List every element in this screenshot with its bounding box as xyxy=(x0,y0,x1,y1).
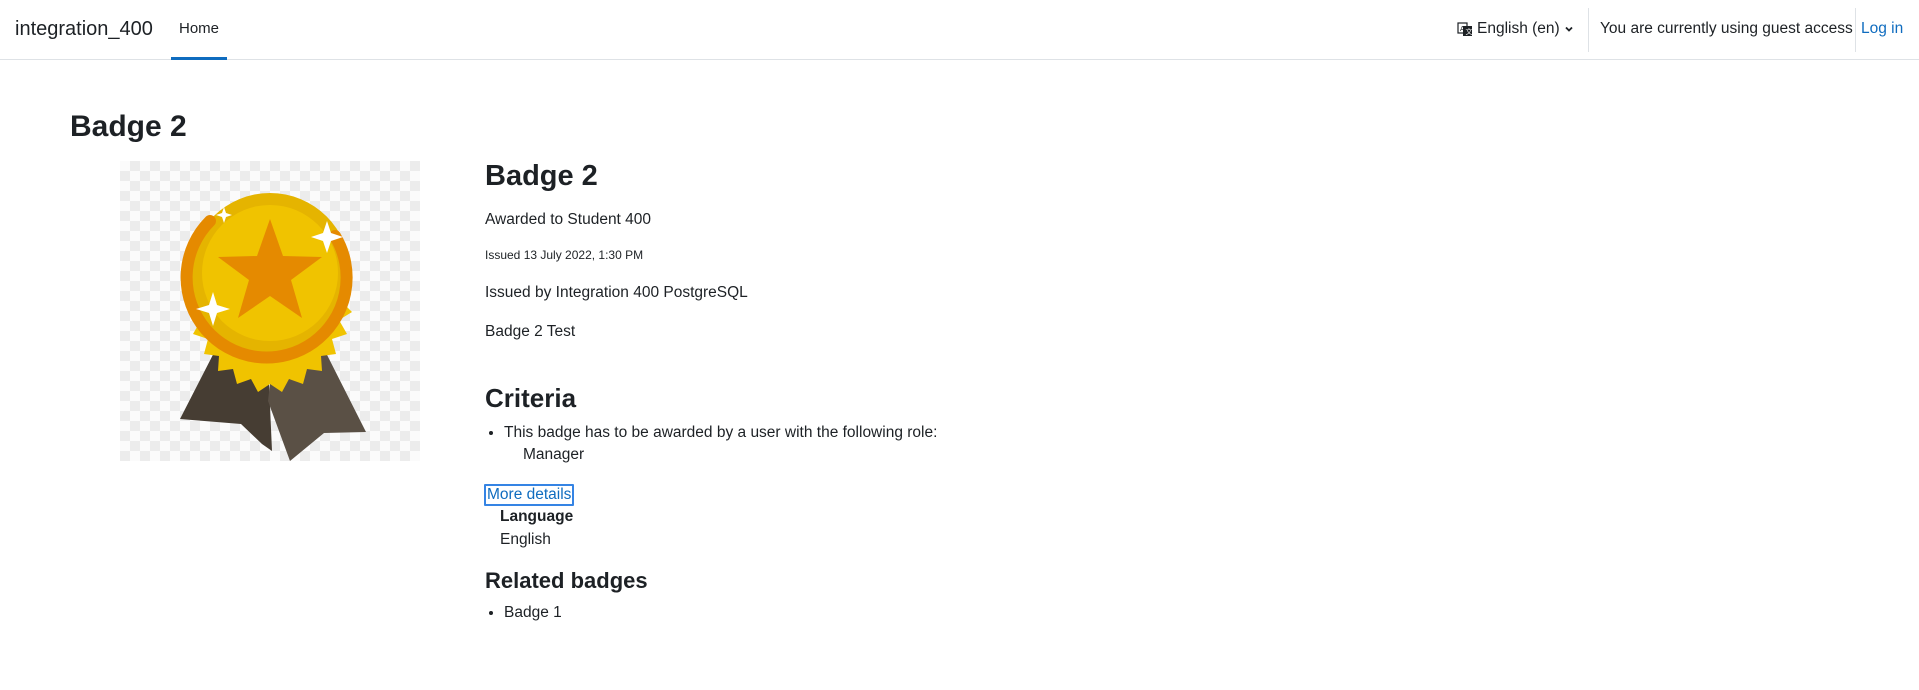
nav-home-tab[interactable]: Home xyxy=(171,0,227,60)
criteria-item: This badge has to be awarded by a user w… xyxy=(504,424,937,442)
guest-access-text: You are currently using guest access xyxy=(1600,20,1853,37)
criteria-list: This badge has to be awarded by a user w… xyxy=(485,424,937,442)
badge-name-heading: Badge 2 xyxy=(485,160,598,192)
language-label: Language xyxy=(500,508,574,525)
top-navbar: integration_400 Home A 文 English (en) Yo… xyxy=(0,0,1919,60)
criteria-role: Manager xyxy=(523,446,585,463)
related-badges-heading: Related badges xyxy=(485,568,648,593)
badge-description: Badge 2 Test xyxy=(485,323,576,340)
site-name[interactable]: integration_400 xyxy=(15,18,153,41)
navbar-divider xyxy=(1855,8,1856,52)
navbar-divider xyxy=(1588,8,1589,52)
language-label: English (en) xyxy=(1477,20,1560,37)
award-rosette-icon xyxy=(180,193,366,461)
related-badges-list: Badge 1 xyxy=(485,604,562,622)
nav-home-label: Home xyxy=(178,20,219,37)
more-details-link[interactable]: More details xyxy=(484,484,575,506)
login-link[interactable]: Log in xyxy=(1861,20,1903,38)
awarded-to-text: Awarded to Student 400 xyxy=(485,211,652,228)
language-menu[interactable]: A 文 English (en) xyxy=(1457,20,1574,38)
badge-image xyxy=(120,161,420,461)
language-value: English xyxy=(500,531,551,548)
issuer-text: Issued by Integration 400 PostgreSQL xyxy=(485,284,748,301)
chevron-down-icon xyxy=(1564,24,1574,34)
svg-text:A: A xyxy=(1460,25,1465,33)
related-badge-item: Badge 1 xyxy=(504,604,562,622)
criteria-heading: Criteria xyxy=(485,383,577,413)
page-title: Badge 2 xyxy=(70,110,187,143)
language-icon: A 文 xyxy=(1457,21,1473,37)
issued-date-text: Issued 13 July 2022, 1:30 PM xyxy=(485,248,644,262)
svg-text:文: 文 xyxy=(1466,27,1473,36)
